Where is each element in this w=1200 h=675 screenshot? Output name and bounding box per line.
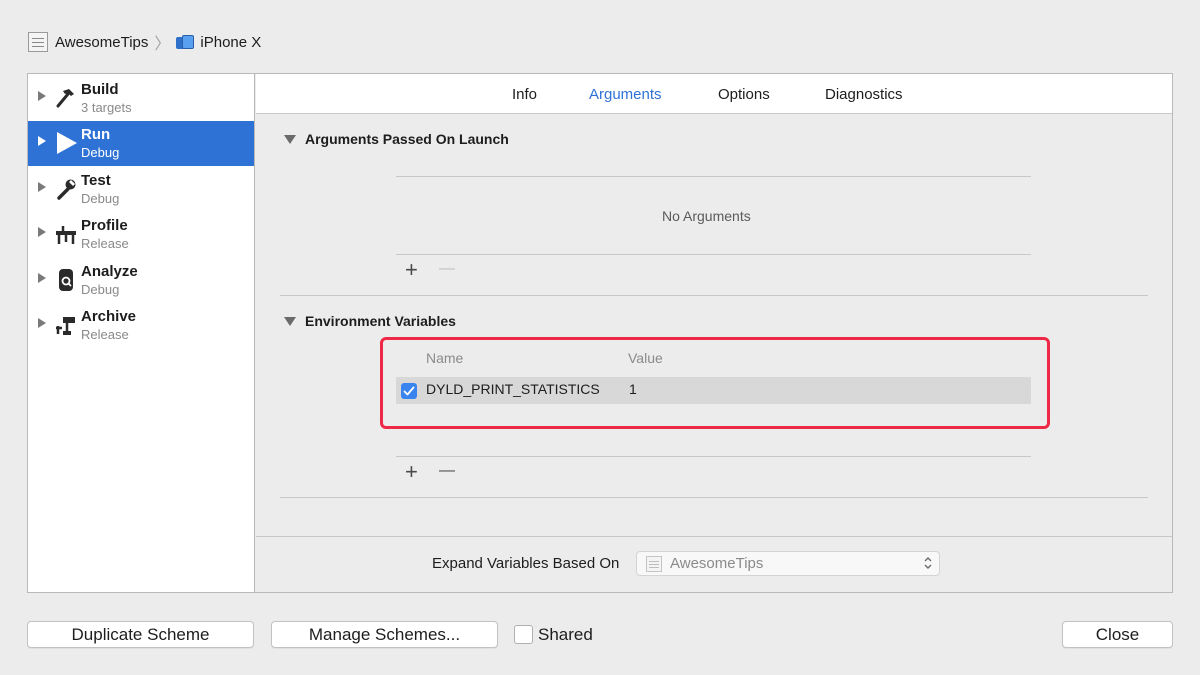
archive-icon [56, 317, 75, 335]
disclosure-triangle-icon[interactable] [38, 182, 46, 192]
sidebar-item-build[interactable]: Build 3 targets [28, 76, 254, 121]
project-file-icon [646, 556, 662, 572]
sidebar-item-analyze[interactable]: Analyze Debug [28, 258, 254, 303]
add-argument-button[interactable]: + [405, 259, 418, 281]
arguments-empty-text: No Arguments [662, 208, 751, 224]
section-divider [280, 295, 1148, 296]
disclosure-triangle-icon[interactable] [38, 318, 46, 328]
disclosure-triangle-icon[interactable] [38, 136, 46, 146]
sidebar-item-test[interactable]: Test Debug [28, 167, 254, 212]
disclosure-triangle-icon[interactable] [38, 227, 46, 237]
sidebar-item-name: Test [81, 172, 111, 189]
environment-section-title: Environment Variables [305, 313, 456, 329]
sidebar-item-subtitle: Debug [81, 282, 120, 297]
arguments-section-title: Arguments Passed On Launch [305, 131, 509, 147]
breadcrumb: AwesomeTips 〉 iPhone X [28, 31, 261, 53]
arguments-disclosure-icon[interactable] [284, 135, 296, 144]
arguments-list-bottom-divider [396, 254, 1031, 255]
sidebar-item-name: Archive [81, 308, 137, 325]
sidebar-item-subtitle: 3 targets [81, 100, 132, 115]
breadcrumb-device[interactable]: iPhone X [200, 34, 261, 51]
instruments-icon [56, 226, 76, 244]
project-file-icon [28, 32, 48, 52]
expand-variables-label: Expand Variables Based On [432, 555, 620, 572]
breadcrumb-separator: 〉 [154, 36, 171, 53]
sidebar-item-name: Build [81, 81, 119, 98]
sidebar-item-subtitle: Debug [81, 145, 120, 160]
remove-argument-button[interactable]: — [439, 259, 455, 279]
sidebar-item-name: Analyze [81, 263, 138, 280]
sidebar-item-name: Run [81, 126, 111, 143]
iphone-simulator-icon [176, 34, 195, 50]
disclosure-triangle-icon[interactable] [38, 91, 46, 101]
footer-divider [256, 536, 1172, 537]
environment-list-bottom-divider [396, 456, 1031, 457]
sidebar-item-subtitle: Release [81, 327, 129, 342]
add-env-var-button[interactable]: + [405, 461, 418, 483]
tab-bar: Info Arguments Options Diagnostics [256, 74, 1172, 114]
section-divider [280, 497, 1148, 498]
sidebar-item-run[interactable]: Run Debug [28, 121, 254, 166]
popup-arrows-icon [924, 557, 932, 569]
sidebar-item-archive[interactable]: Archive Release [28, 303, 254, 348]
remove-env-var-button[interactable]: — [439, 461, 455, 481]
manage-schemes-button[interactable]: Manage Schemes... [271, 621, 498, 648]
duplicate-scheme-button[interactable]: Duplicate Scheme [27, 621, 254, 648]
close-button[interactable]: Close [1062, 621, 1173, 648]
shared-checkbox[interactable] [514, 625, 533, 644]
run-action-content: Info Arguments Options Diagnostics Argum… [256, 74, 1172, 592]
shared-label[interactable]: Shared [538, 625, 593, 645]
tab-info[interactable]: Info [512, 86, 537, 103]
sidebar-item-subtitle: Release [81, 236, 129, 251]
sidebar-item-profile[interactable]: Profile Release [28, 212, 254, 257]
breadcrumb-project[interactable]: AwesomeTips [55, 34, 148, 51]
tab-diagnostics[interactable]: Diagnostics [825, 86, 903, 103]
wrench-icon [57, 179, 76, 200]
environment-disclosure-icon[interactable] [284, 317, 296, 326]
highlight-annotation-box [380, 337, 1050, 429]
tab-options[interactable]: Options [718, 86, 770, 103]
hammer-icon [56, 89, 74, 108]
analyze-icon [59, 269, 73, 291]
expand-variables-value: AwesomeTips [670, 555, 764, 572]
sidebar-item-subtitle: Debug [81, 191, 120, 206]
play-icon [57, 132, 77, 154]
arguments-list-top-divider [396, 176, 1031, 177]
scheme-action-sidebar: Build 3 targets Run Debug Test Debug Pro… [28, 74, 255, 592]
expand-variables-popup[interactable]: AwesomeTips [636, 551, 940, 576]
disclosure-triangle-icon[interactable] [38, 273, 46, 283]
scheme-editor-panel: Build 3 targets Run Debug Test Debug Pro… [27, 73, 1173, 593]
sidebar-item-name: Profile [81, 217, 128, 234]
tab-arguments[interactable]: Arguments [589, 86, 662, 103]
